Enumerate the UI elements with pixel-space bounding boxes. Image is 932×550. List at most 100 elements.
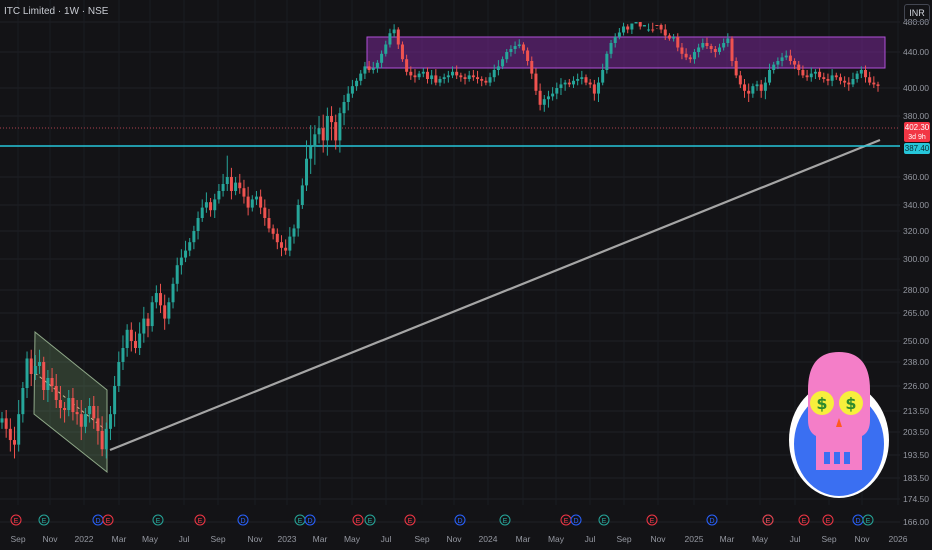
- candle-body: [125, 329, 129, 348]
- candle-body: [279, 242, 283, 248]
- candle-body: [284, 247, 288, 251]
- event-marker[interactable]: E: [156, 518, 161, 525]
- event-marker[interactable]: E: [408, 518, 413, 525]
- descending-channel[interactable]: [33, 330, 108, 474]
- y-tick-label: 300.00: [903, 254, 929, 264]
- y-tick-label: 174.50: [903, 494, 929, 504]
- candle-body: [238, 182, 242, 189]
- candle-body: [392, 29, 396, 34]
- x-tick-label: May: [752, 534, 769, 544]
- event-marker[interactable]: E: [564, 518, 569, 525]
- y-tick-label: 250.00: [903, 336, 929, 346]
- candle-body: [701, 43, 705, 48]
- candle-body: [108, 414, 112, 429]
- candle-body: [630, 23, 634, 30]
- candle-body: [225, 177, 229, 184]
- candle-body: [692, 52, 696, 60]
- candle-body: [171, 283, 175, 303]
- candle-body: [822, 77, 826, 79]
- candle-body: [296, 205, 300, 229]
- candle-body: [697, 47, 701, 52]
- event-marker[interactable]: E: [14, 518, 19, 525]
- event-marker[interactable]: D: [573, 518, 578, 525]
- candle-body: [421, 71, 425, 74]
- candle-body: [559, 84, 563, 88]
- event-marker[interactable]: E: [42, 518, 47, 525]
- candle-body: [772, 64, 776, 70]
- candle-body: [142, 318, 146, 334]
- event-marker[interactable]: D: [240, 518, 245, 525]
- event-marker[interactable]: D: [855, 518, 860, 525]
- candle-body: [321, 128, 325, 141]
- candle-body: [747, 90, 751, 94]
- event-marker[interactable]: E: [602, 518, 607, 525]
- y-tick-label: 440.00: [903, 47, 929, 57]
- y-tick-label: 203.50: [903, 427, 929, 437]
- event-marker[interactable]: E: [368, 518, 373, 525]
- candle-body: [242, 188, 246, 197]
- x-tick-label: Sep: [210, 534, 225, 544]
- y-tick-label: 213.50: [903, 406, 929, 416]
- y-tick-label: 280.00: [903, 285, 929, 295]
- event-marker[interactable]: E: [866, 518, 871, 525]
- candle-body: [250, 199, 254, 208]
- candle-body: [33, 366, 37, 374]
- candle-body: [546, 96, 550, 100]
- candle-body: [71, 398, 75, 413]
- candle-body: [355, 80, 359, 87]
- event-marker[interactable]: D: [709, 518, 714, 525]
- candle-body: [467, 75, 471, 79]
- time-axis[interactable]: Sep Nov 2022 Mar May Jul Sep Nov 2023 Mar May Jul Se…: [10, 534, 907, 544]
- candle-body: [217, 191, 221, 200]
- event-marker[interactable]: E: [826, 518, 831, 525]
- candle-body: [505, 52, 509, 60]
- candle-body: [192, 231, 196, 243]
- candle-body: [768, 70, 772, 83]
- candle-body: [334, 122, 338, 141]
- candle-body: [221, 184, 225, 191]
- candle-body: [713, 49, 717, 52]
- x-tick-label: 2023: [278, 534, 297, 544]
- candle-body: [17, 414, 21, 445]
- candle-body: [455, 71, 459, 76]
- x-tick-label: Jul: [790, 534, 801, 544]
- candle-body: [717, 47, 721, 52]
- event-marker[interactable]: E: [106, 518, 111, 525]
- candle-body: [617, 32, 621, 37]
- candle-body: [676, 37, 680, 48]
- candle-body: [83, 414, 87, 427]
- candle-body: [743, 84, 747, 91]
- price-axis[interactable]: 480.00440.00400.00380.00360.00340.00320.…: [903, 17, 929, 527]
- candle-body: [471, 75, 475, 78]
- resistance-zone[interactable]: [366, 36, 886, 69]
- candle-body: [601, 70, 605, 83]
- event-marker[interactable]: E: [356, 518, 361, 525]
- event-marker[interactable]: D: [95, 518, 100, 525]
- candle-body: [463, 77, 467, 79]
- trendline[interactable]: [109, 138, 881, 452]
- candle-body: [309, 146, 313, 159]
- event-marker[interactable]: E: [802, 518, 807, 525]
- candle-body: [400, 44, 404, 60]
- candle-body: [413, 75, 417, 78]
- currency-button[interactable]: INR: [904, 4, 930, 22]
- price-chart[interactable]: 480.00440.00400.00380.00360.00340.00320.…: [0, 0, 932, 550]
- event-marker[interactable]: D: [307, 518, 312, 525]
- event-marker[interactable]: E: [766, 518, 771, 525]
- x-tick-label: Mar: [720, 534, 735, 544]
- candle-body: [755, 84, 759, 87]
- candle-body: [38, 362, 42, 366]
- event-marker[interactable]: E: [503, 518, 508, 525]
- event-marker[interactable]: E: [298, 518, 303, 525]
- candle-body: [138, 333, 142, 348]
- candle-body: [96, 418, 100, 431]
- event-marker[interactable]: E: [650, 518, 655, 525]
- candle-body: [872, 82, 876, 85]
- y-tick-label: 183.50: [903, 473, 929, 483]
- event-marker[interactable]: E: [198, 518, 203, 525]
- candle-body: [513, 46, 517, 49]
- candle-body: [434, 75, 438, 83]
- candle-body: [738, 75, 742, 85]
- event-marker[interactable]: D: [457, 518, 462, 525]
- x-tick-label: Jul: [179, 534, 190, 544]
